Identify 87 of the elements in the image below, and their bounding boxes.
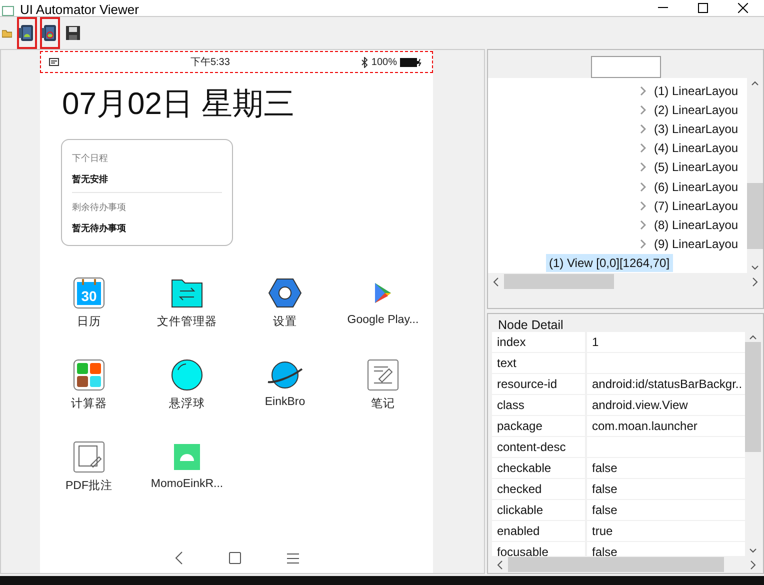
property-name: checked	[492, 479, 585, 499]
message-icon	[49, 58, 59, 66]
minimize-icon[interactable]	[658, 7, 668, 9]
property-name: resource-id	[492, 374, 585, 394]
chevron-right-icon[interactable]	[640, 104, 646, 115]
hexagon-settings-icon	[268, 278, 302, 308]
property-name: content-desc	[492, 437, 585, 457]
tree-item[interactable]: (7) LinearLayou	[651, 196, 742, 215]
property-name: index	[492, 332, 585, 352]
app-label[interactable]: PDF批注	[66, 478, 112, 493]
status-time: 下午5:33	[189, 56, 231, 69]
property-value: com.moan.launcher	[587, 416, 745, 436]
planet-icon	[267, 360, 303, 390]
input-field[interactable]	[590, 56, 660, 78]
property-value: android:id/statusBarBackgr..	[587, 374, 745, 394]
note-pencil-icon	[367, 359, 399, 391]
property-value: false	[587, 479, 745, 499]
phone-android-icon	[19, 24, 35, 42]
app-label[interactable]: 悬浮球	[169, 396, 205, 411]
chevron-right-icon[interactable]	[640, 143, 646, 154]
window-title: UI Automator Viewer	[20, 3, 139, 16]
chevron-right-icon[interactable]	[640, 86, 646, 96]
app-label[interactable]: Google Play...	[347, 314, 419, 326]
group-title: Node Detail	[497, 318, 564, 332]
app-label[interactable]: 文件管理器	[157, 314, 217, 329]
tree-item[interactable]: (6) LinearLayou	[651, 178, 742, 196]
property-name: class	[492, 395, 585, 415]
property-value: true	[587, 521, 745, 541]
tree-item[interactable]: (1) View [0,0][1264,70]	[546, 254, 673, 272]
property-value: false	[587, 500, 745, 520]
tree-item[interactable]: (3) LinearLayou	[651, 120, 742, 138]
section-label: 剩余待办事项	[72, 201, 127, 214]
app-label[interactable]: 日历	[77, 314, 101, 329]
calendar-icon: 30	[73, 277, 105, 309]
property-value: false	[587, 458, 745, 478]
property-name: focusable	[492, 542, 585, 556]
tree-item[interactable]: (5) LinearLayou	[651, 158, 742, 176]
chevron-right-icon[interactable]	[640, 200, 646, 211]
horizontal-scrollbar[interactable]	[488, 273, 763, 290]
chevron-right-icon[interactable]	[640, 220, 646, 230]
play-triangle-icon	[373, 282, 393, 304]
maximize-icon[interactable]	[698, 3, 708, 13]
section-label: 下个日程	[72, 152, 109, 165]
chevron-right-icon[interactable]	[640, 162, 646, 172]
date-heading: 07月02日 星期三	[62, 85, 296, 123]
property-name: checkable	[492, 458, 585, 478]
tree-item[interactable]: (4) LinearLayou	[651, 139, 742, 158]
document-pencil-icon	[73, 441, 105, 473]
chevron-right-icon[interactable]	[640, 239, 646, 250]
save-icon	[65, 25, 81, 41]
app-label[interactable]: 计算器	[71, 396, 107, 411]
property-name: clickable	[492, 500, 585, 520]
home-icon[interactable]	[228, 552, 240, 564]
app-label[interactable]: 笔记	[371, 396, 395, 411]
phone-android-icon	[42, 24, 58, 42]
tree-item[interactable]: (2) LinearLayou	[651, 100, 742, 119]
section-value: 暂无安排	[72, 173, 109, 186]
calculator-icon	[73, 359, 105, 391]
back-icon[interactable]	[174, 551, 182, 565]
app-label[interactable]: EinkBro	[264, 396, 306, 408]
folder-icon	[171, 278, 203, 308]
tree-item[interactable]: (8) LinearLayou	[651, 216, 742, 234]
property-value: 1	[587, 332, 745, 352]
close-icon[interactable]	[738, 3, 748, 13]
scroll-right-icon[interactable]	[749, 560, 757, 570]
tree-item[interactable]: (1) LinearLayou	[651, 82, 742, 100]
battery-percentage: 100%	[371, 56, 397, 68]
menu-icon[interactable]	[286, 552, 298, 564]
app-label[interactable]: MomoEinkR...	[150, 478, 224, 490]
app-label[interactable]: 设置	[273, 314, 297, 329]
android-icon	[174, 444, 200, 470]
bluetooth-icon	[361, 56, 368, 68]
scroll-right-icon[interactable]	[751, 276, 759, 286]
scroll-left-icon[interactable]	[496, 560, 504, 570]
property-name: text	[492, 353, 585, 373]
circle-icon	[171, 359, 203, 391]
property-name: enabled	[492, 521, 585, 541]
tree-item[interactable]: (9) LinearLayou	[651, 235, 742, 254]
battery-icon	[400, 58, 422, 66]
scroll-left-icon[interactable]	[492, 276, 500, 286]
chevron-right-icon[interactable]	[640, 182, 646, 192]
section-value: 暂无待办事项	[72, 222, 127, 235]
chevron-right-icon[interactable]	[640, 124, 646, 134]
status-bar[interactable]: 下午5:33 100%	[40, 51, 433, 73]
property-name: package	[492, 416, 585, 436]
property-value: false	[587, 542, 745, 556]
property-value: android.view.View	[587, 395, 745, 415]
